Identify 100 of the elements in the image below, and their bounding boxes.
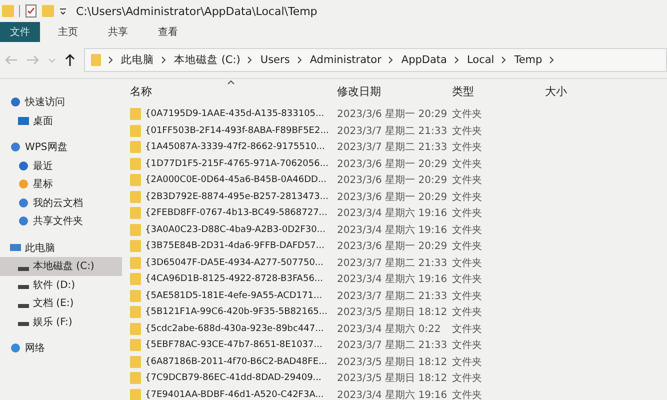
sidebar-icon <box>10 97 21 108</box>
breadcrumb[interactable]: 本地磁盘 (C:) <box>174 53 240 67</box>
folder-icon <box>130 372 141 384</box>
file-name[interactable]: {3B75E84B-2D31-4da6-9FFB-DAFD57... <box>145 241 324 252</box>
file-name[interactable]: {3D65047F-DA5E-4934-A277-507750... <box>145 258 324 268</box>
dropdown-icon[interactable] <box>59 6 67 16</box>
file-type: 文件夹 <box>452 108 483 122</box>
folder-icon <box>91 53 101 67</box>
chevron-icon[interactable] <box>388 56 394 64</box>
sidebar-item[interactable]: 网络 <box>0 339 122 358</box>
sidebar-icon <box>18 179 29 190</box>
modified-date: 2023/3/5 星期日 18:12 <box>337 372 448 386</box>
file-name[interactable]: {4CA96D1B-8125-4922-8728-B3FA56... <box>145 274 324 284</box>
file-type: 文件夹 <box>452 256 483 270</box>
breadcrumb[interactable]: Users <box>260 54 290 66</box>
modified-date: 2023/3/6 星期一 20:29 <box>337 240 448 254</box>
sort-caret-icon <box>227 80 236 85</box>
file-type: 文件夹 <box>452 174 483 188</box>
folder-icon <box>130 388 141 400</box>
file-type: 文件夹 <box>452 372 483 386</box>
breadcrumb[interactable]: Administrator <box>310 54 382 66</box>
file-type: 文件夹 <box>452 124 483 138</box>
folder-icon <box>130 124 141 137</box>
file-name[interactable]: {7E9401AA-BDBF-46d1-A520-C42F3A... <box>145 390 324 400</box>
sidebar-item[interactable]: 文档 (E:) <box>0 294 122 312</box>
column-header[interactable]: 名称 <box>130 79 337 103</box>
folder-icon <box>130 273 141 286</box>
modified-date: 2023/3/7 星期二 21:33 <box>337 338 448 352</box>
modified-date: 2023/3/4 星期六 19:16 <box>337 206 448 220</box>
file-name[interactable]: {1A45087A-3339-47f2-8662-9175510... <box>145 142 326 152</box>
column-header[interactable]: 类型 <box>452 79 545 103</box>
file-name[interactable]: {01FF503B-2F14-493f-8ABA-F89BF5E2... <box>145 126 329 136</box>
chevron-icon[interactable] <box>108 56 114 64</box>
sidebar-item[interactable]: 最近 <box>0 156 122 175</box>
sidebar-icon <box>18 116 29 126</box>
modified-date: 2023/3/6 星期一 20:29 <box>337 158 448 171</box>
file-name[interactable]: {3A0A0C23-D88C-4ba9-A2B3-0D2F30... <box>145 224 326 235</box>
sidebar-item[interactable]: 星标 <box>0 175 122 194</box>
file-name[interactable]: {6A87186B-2011-4f70-B6C2-BAD48FE... <box>145 356 328 367</box>
file-type: 文件夹 <box>452 290 483 303</box>
sidebar-item[interactable]: 娱乐 (F:) <box>0 312 122 331</box>
chevron-icon[interactable] <box>247 56 254 64</box>
breadcrumb[interactable]: AppData <box>401 54 447 66</box>
file-type: 文件夹 <box>452 158 483 171</box>
chevron-icon[interactable] <box>161 56 167 64</box>
chevron-icon[interactable] <box>549 56 556 64</box>
checklist-icon[interactable] <box>25 4 37 18</box>
window-title: C:\Users\Administrator\AppData\Local\Temp <box>76 4 318 18</box>
modified-date: 2023/3/4 星期六 19:16 <box>337 388 448 400</box>
chevron-icon[interactable] <box>296 56 303 64</box>
ribbon-tab[interactable]: 共享 <box>96 22 140 42</box>
modified-date: 2023/3/5 星期日 18:12 <box>337 306 448 320</box>
up-arrow-icon[interactable] <box>64 53 76 67</box>
sidebar-item[interactable]: 共享文件夹 <box>0 212 122 230</box>
folder-icon <box>130 158 141 170</box>
sidebar-item[interactable]: 桌面 <box>0 112 122 130</box>
sidebar-icon <box>18 216 29 226</box>
column-header[interactable]: 修改日期 <box>337 79 452 103</box>
file-name[interactable]: {2A000C0E-0D64-45a6-B45B-0A46DD... <box>145 175 327 186</box>
modified-date: 2023/3/6 星期一 20:29 <box>337 108 448 122</box>
sidebar-item[interactable]: 软件 (D:) <box>0 276 122 294</box>
sidebar-item[interactable]: 我的云文档 <box>0 194 122 212</box>
folder-icon <box>130 108 141 120</box>
ribbon-tab[interactable]: 主页 <box>46 22 90 42</box>
file-name[interactable]: {2B3D792E-8874-495e-B257-2813473... <box>145 192 328 202</box>
file-name[interactable]: {5cdc2abe-688d-430a-923e-89bc447... <box>145 324 324 334</box>
file-name[interactable]: {7C9DCB79-86EC-41dd-8DAD-29409... <box>145 373 322 384</box>
chevron-icon[interactable] <box>501 56 508 64</box>
sidebar-item[interactable]: 快速访问 <box>0 93 122 112</box>
breadcrumb[interactable]: Local <box>466 54 494 66</box>
sidebar-item[interactable]: WPS网盘 <box>0 138 122 156</box>
modified-date: 2023/3/4 星期六 0:22 <box>337 322 442 336</box>
file-name[interactable]: {2FEBD8FF-0767-4b13-BC49-5868727... <box>145 208 328 218</box>
breadcrumb[interactable]: Temp <box>514 54 542 66</box>
ribbon-tab[interactable]: 查看 <box>146 22 190 42</box>
sidebar-item[interactable]: 本地磁盘 (C:) <box>0 257 122 276</box>
file-name[interactable]: {0A7195D9-1AAE-435d-A135-833105... <box>145 109 324 120</box>
file-type: 文件夹 <box>452 190 483 204</box>
sidebar-icon <box>18 198 29 208</box>
ribbon-tab[interactable]: 文件 <box>0 22 40 42</box>
breadcrumb[interactable]: 此电脑 <box>121 53 154 67</box>
file-name[interactable]: {5B121F1A-99C6-420b-9F35-5B82165... <box>145 307 328 318</box>
folder-icon <box>130 322 141 335</box>
file-name[interactable]: {1D77D1F5-215F-4765-971A-7062056... <box>145 158 328 169</box>
sidebar-item[interactable]: 此电脑 <box>0 238 122 257</box>
file-type: 文件夹 <box>452 140 483 154</box>
file-name[interactable]: {5EBF78AC-93CE-47b7-8651-8E1037... <box>145 340 322 350</box>
sidebar-icon <box>18 160 29 171</box>
address-bar[interactable]: 此电脑 本地磁盘 (C:) Users Administrator AppData Local Temp <box>84 48 667 72</box>
folder-icon <box>130 174 141 186</box>
folder-icon <box>130 306 141 318</box>
modified-date: 2023/3/6 星期一 20:29 <box>337 174 448 188</box>
file-name[interactable]: {5AE581D5-181E-4efe-9A55-ACD171... <box>145 290 322 301</box>
modified-date: 2023/3/4 星期六 19:16 <box>337 224 448 237</box>
column-header[interactable]: 大小 <box>545 79 625 103</box>
folder-icon <box>130 256 141 269</box>
chevron-icon[interactable] <box>454 56 460 64</box>
drive-icon <box>18 266 29 271</box>
folder-icon <box>130 207 141 220</box>
file-type: 文件夹 <box>452 206 483 220</box>
